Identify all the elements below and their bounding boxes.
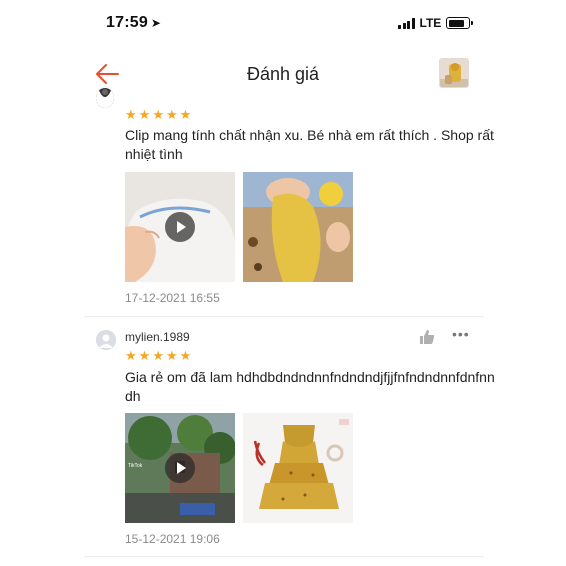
review-item: mylien.1989 ••• ★ ★ ★ ★ ★ Gia rẻ om đã l… xyxy=(96,327,495,548)
star-icon: ★ xyxy=(138,348,151,363)
product-image xyxy=(440,59,468,87)
star-icon: ★ xyxy=(165,348,178,363)
star-icon: ★ xyxy=(165,107,178,122)
review-date: 15-12-2021 19:06 xyxy=(125,532,220,546)
more-options-button[interactable]: ••• xyxy=(452,327,470,341)
play-icon[interactable] xyxy=(165,453,195,483)
avatar xyxy=(96,330,116,350)
play-icon[interactable] xyxy=(165,212,195,242)
review-media: TikTok xyxy=(125,413,353,523)
star-icon: ★ xyxy=(179,348,192,363)
status-time-text: 17:59 xyxy=(106,14,148,31)
star-icon: ★ xyxy=(138,107,151,122)
star-icon: ★ xyxy=(152,107,164,122)
signal-icon xyxy=(398,17,415,29)
product-thumbnail[interactable] xyxy=(439,58,469,88)
location-arrow-icon: ➤ xyxy=(150,16,162,30)
battery-nub xyxy=(471,21,474,25)
star-icon: ★ xyxy=(179,107,192,122)
divider xyxy=(84,316,484,317)
status-bar: 17:59 ➤ LTE xyxy=(0,0,566,48)
status-time: 17:59 ➤ xyxy=(106,14,161,32)
network-label: LTE xyxy=(419,16,442,30)
thumbs-up-icon xyxy=(420,330,435,344)
star-icon: ★ xyxy=(152,348,164,363)
star-icon: ★ xyxy=(125,348,137,363)
review-date: 17-12-2021 16:55 xyxy=(125,291,220,305)
review-video[interactable] xyxy=(125,172,235,282)
username: mylien.1989 xyxy=(125,330,190,344)
image-thumbnail xyxy=(243,172,353,282)
rating-stars: ★ ★ ★ ★ ★ xyxy=(125,108,191,121)
avatar xyxy=(96,88,114,108)
review-text: Clip mang tính chất nhận xu. Bé nhà em r… xyxy=(125,127,494,162)
star-icon: ★ xyxy=(125,107,137,122)
image-thumbnail xyxy=(243,413,353,523)
review-item: ★ ★ ★ ★ ★ Clip mang tính chất nhận xu. B… xyxy=(96,88,494,308)
review-video[interactable]: TikTok xyxy=(125,413,235,523)
review-media xyxy=(125,172,353,282)
battery-icon xyxy=(446,17,474,29)
review-image[interactable] xyxy=(243,172,353,282)
review-text: Gia rẻ om đã lam hdhdbdndndnnfndndndjfjj… xyxy=(125,369,495,404)
battery-fill xyxy=(448,19,464,27)
divider xyxy=(84,556,484,557)
tiktok-watermark: TikTok xyxy=(128,463,143,469)
status-indicators: LTE xyxy=(398,16,474,30)
user-icon xyxy=(96,330,116,350)
page-title: Đánh giá xyxy=(246,64,320,84)
rating-stars: ★ ★ ★ ★ ★ xyxy=(125,349,191,362)
like-button[interactable] xyxy=(418,328,436,346)
review-image[interactable] xyxy=(243,413,353,523)
